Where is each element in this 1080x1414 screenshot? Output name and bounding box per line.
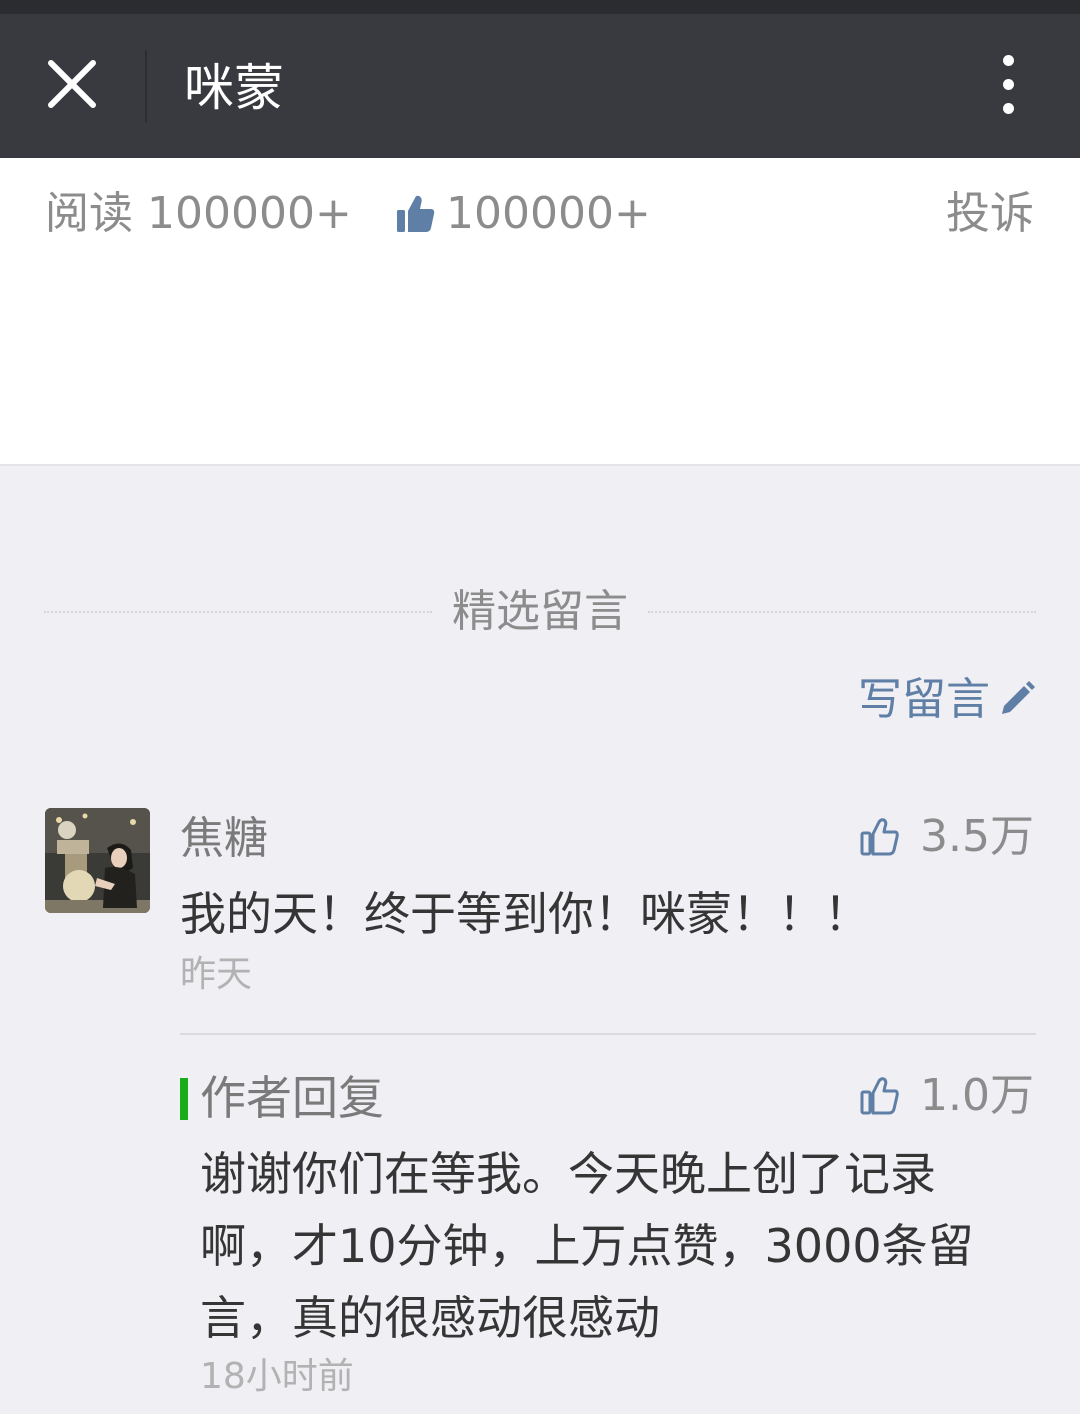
reply-text: 谢谢你们在等我。今天晚上创了记录啊，才10分钟，上万点赞，3000条留言，真的很…: [200, 1147, 974, 1345]
thumbs-up-outline-icon: [860, 818, 899, 856]
author-reply-label: 作者回复: [200, 1071, 384, 1125]
report-link[interactable]: 投诉: [946, 184, 1034, 244]
avatar[interactable]: [45, 808, 150, 913]
comment-like-count: 3.5万: [920, 811, 1034, 862]
pencil-icon: [1002, 681, 1035, 714]
comment-text: 我的天！终于等到你！咪蒙！！！: [180, 887, 870, 941]
page-title: 咪蒙: [184, 59, 284, 117]
close-icon: [48, 60, 96, 108]
reply-like-button[interactable]: 1.0万: [860, 1066, 1034, 1126]
thumbs-up-icon: [397, 195, 435, 232]
article-like-button[interactable]: 100000+: [396, 184, 651, 244]
reads-label: 阅读: [45, 188, 133, 239]
likes-count: 100000+: [446, 188, 651, 239]
comment-author[interactable]: 焦糖: [180, 810, 268, 868]
reply-divider: [180, 1033, 1036, 1035]
reply-accent-bar: [180, 1078, 188, 1120]
reply-like-count: 1.0万: [920, 1070, 1034, 1121]
more-button[interactable]: [980, 48, 1036, 120]
divider-left: [44, 611, 432, 613]
reads-count: 100000+: [147, 188, 352, 239]
status-bar: [0, 0, 1080, 14]
thumbs-up-outline-icon: [860, 1077, 899, 1115]
title-bar: 咪蒙: [0, 14, 1080, 158]
close-button[interactable]: [36, 48, 108, 120]
comment-like-button[interactable]: 3.5万: [860, 808, 1034, 866]
comments-header: 精选留言: [44, 582, 1036, 642]
write-comment-label: 写留言: [858, 674, 990, 725]
title-divider: [145, 50, 147, 122]
write-comment-button[interactable]: 写留言: [858, 672, 1036, 728]
more-vertical-icon: [1002, 54, 1014, 66]
reply-time: 18小时前: [200, 1356, 354, 1397]
divider-right: [648, 611, 1036, 613]
comments-section-title: 精选留言: [452, 586, 628, 637]
avatar-image: [45, 808, 150, 913]
read-count: 阅读 100000+: [45, 184, 352, 244]
comment-time: 昨天: [180, 954, 253, 995]
